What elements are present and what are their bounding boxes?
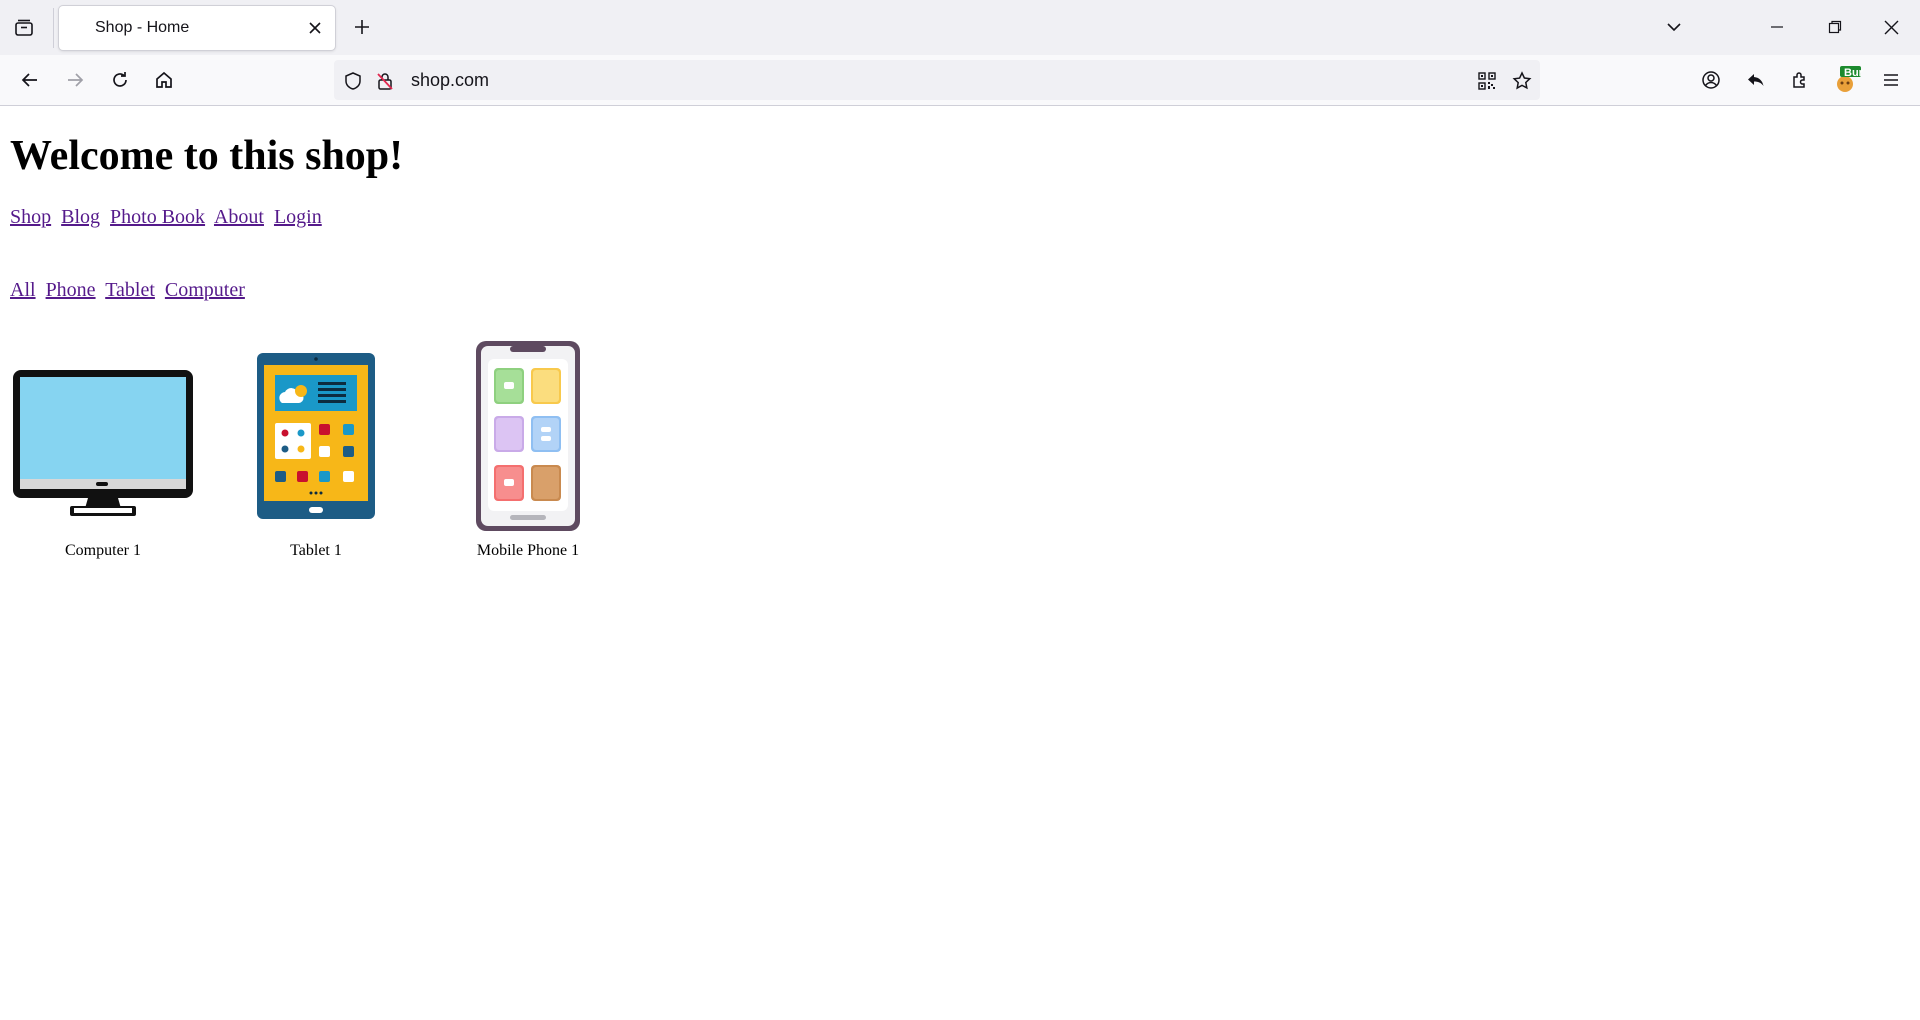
account-icon[interactable] bbox=[1696, 65, 1726, 95]
page-heading: Welcome to this shop! bbox=[10, 133, 404, 179]
reload-icon[interactable] bbox=[105, 65, 135, 95]
product-card-computer[interactable]: Computer 1 bbox=[8, 336, 198, 560]
product-card-phone[interactable]: Mobile Phone 1 bbox=[433, 336, 623, 560]
page-content: Welcome to this shop! Shop Blog Photo Bo… bbox=[0, 106, 1920, 1020]
minimize-icon[interactable] bbox=[1762, 12, 1792, 42]
bookmark-star-icon[interactable] bbox=[1511, 70, 1533, 92]
tablet-icon[interactable] bbox=[221, 336, 411, 536]
category-nav: All Phone Tablet Computer bbox=[10, 279, 250, 302]
product-name[interactable]: Computer 1 bbox=[8, 542, 198, 560]
category-link-tablet[interactable]: Tablet bbox=[105, 279, 155, 301]
qr-code-icon[interactable] bbox=[1476, 70, 1498, 92]
category-link-all[interactable]: All bbox=[10, 279, 36, 301]
nav-link-shop[interactable]: Shop bbox=[10, 206, 51, 228]
tab-list-icon[interactable] bbox=[10, 14, 38, 42]
extension-badge: Bur bbox=[1844, 67, 1863, 79]
tab-bar: Shop - Home bbox=[0, 0, 1920, 55]
tab-separator bbox=[53, 8, 54, 48]
nav-link-blog[interactable]: Blog bbox=[61, 206, 100, 228]
product-name[interactable]: Mobile Phone 1 bbox=[433, 542, 623, 560]
insecure-lock-icon[interactable] bbox=[374, 70, 396, 92]
nav-link-login[interactable]: Login bbox=[274, 206, 322, 228]
extension-icon[interactable]: Bur bbox=[1830, 65, 1864, 95]
tab-title: Shop - Home bbox=[95, 19, 190, 36]
list-all-tabs-icon[interactable] bbox=[1659, 12, 1689, 42]
share-reply-icon[interactable] bbox=[1741, 65, 1771, 95]
category-link-computer[interactable]: Computer bbox=[165, 279, 245, 301]
computer-icon[interactable] bbox=[8, 336, 198, 536]
close-window-icon[interactable] bbox=[1876, 12, 1906, 42]
category-link-phone[interactable]: Phone bbox=[46, 279, 96, 301]
back-arrow-icon[interactable] bbox=[15, 65, 45, 95]
product-card-tablet[interactable]: Tablet 1 bbox=[221, 336, 411, 560]
close-tab-icon[interactable] bbox=[305, 18, 325, 38]
menu-hamburger-icon[interactable] bbox=[1876, 65, 1906, 95]
nav-link-about[interactable]: About bbox=[214, 206, 264, 228]
tab-shop-home[interactable]: Shop - Home bbox=[59, 6, 335, 50]
nav-link-photo-book[interactable]: Photo Book bbox=[110, 206, 205, 228]
main-nav: Shop Blog Photo Book About Login bbox=[10, 206, 327, 229]
home-icon[interactable] bbox=[149, 65, 179, 95]
extensions-puzzle-icon[interactable] bbox=[1785, 65, 1815, 95]
phone-icon[interactable] bbox=[433, 336, 623, 536]
url-text: shop.com bbox=[411, 70, 490, 90]
new-tab-icon[interactable] bbox=[348, 13, 376, 41]
address-bar[interactable]: shop.com bbox=[334, 60, 1540, 100]
navigation-toolbar: shop.com Bur bbox=[0, 55, 1920, 106]
shield-icon[interactable] bbox=[342, 70, 364, 92]
forward-arrow-icon[interactable] bbox=[60, 65, 90, 95]
restore-icon[interactable] bbox=[1820, 12, 1850, 42]
product-name[interactable]: Tablet 1 bbox=[221, 542, 411, 560]
